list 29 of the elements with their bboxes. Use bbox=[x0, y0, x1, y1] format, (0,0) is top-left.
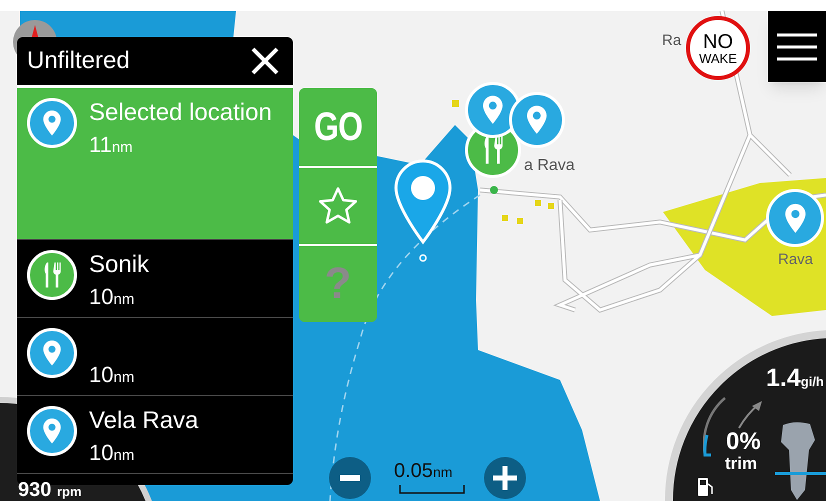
trim-reading: 0% bbox=[726, 430, 761, 454]
trim-arc-icon bbox=[703, 396, 727, 458]
location-distance: 10nm bbox=[89, 439, 136, 467]
location-distance: 10nm bbox=[89, 361, 134, 389]
fuel-rate-reading: 1.4gi/h bbox=[766, 366, 824, 391]
map-label: a Rava bbox=[524, 156, 575, 176]
map-label: Ra bbox=[662, 31, 682, 51]
panel-title: Unfiltered bbox=[27, 46, 130, 76]
no-wake-text: NO bbox=[703, 32, 733, 52]
fuel-pump-icon bbox=[697, 476, 715, 498]
location-name: Vela Rava bbox=[89, 406, 198, 436]
close-icon bbox=[250, 46, 280, 76]
menu-button[interactable] bbox=[768, 11, 826, 82]
location-name: Sonik bbox=[89, 250, 150, 280]
location-distance: 11nm bbox=[89, 131, 134, 159]
no-wake-text: WAKE bbox=[699, 52, 737, 64]
minus-icon bbox=[340, 475, 360, 481]
map-label: Rava bbox=[778, 250, 814, 270]
plus-icon bbox=[493, 466, 517, 490]
menu-icon bbox=[777, 32, 817, 60]
location-distance: 10nm bbox=[89, 283, 136, 311]
rpm-reading: 930 rpm bbox=[18, 480, 82, 500]
selected-location-marker-icon bbox=[392, 158, 454, 264]
arrow-icon bbox=[737, 400, 763, 430]
scale-label: 0.05nm bbox=[394, 459, 452, 484]
scale-bar-icon bbox=[399, 485, 465, 494]
trim-label: trim bbox=[725, 455, 758, 472]
location-name: Selected location bbox=[89, 98, 272, 128]
outboard-motor-icon bbox=[775, 420, 826, 501]
